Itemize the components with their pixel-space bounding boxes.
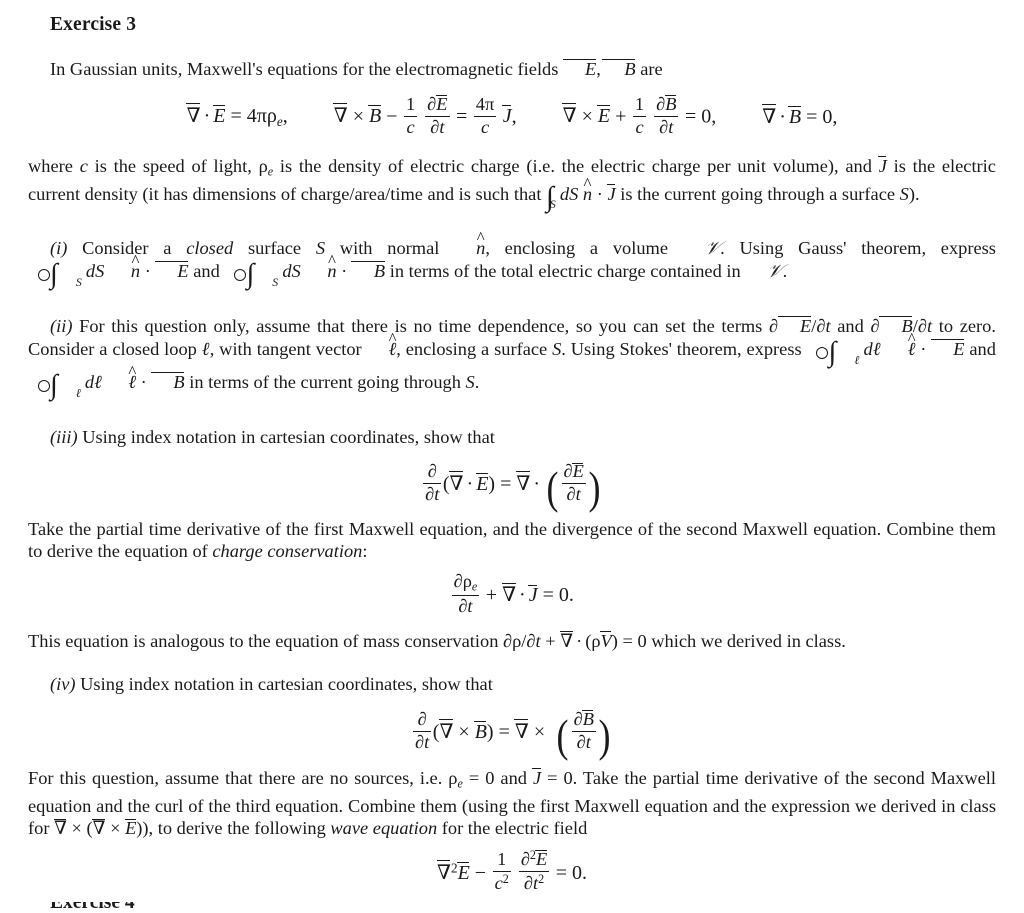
part-iv-followup-paragraph: For this question, assume that there are… (28, 767, 996, 840)
maxwell-equation-2: ∇ × B − 1c ∂E ∂t = 4π c J, (333, 93, 517, 137)
surface-symbol: S (899, 183, 909, 204)
maxwell-equation-3: ∇ × E + 1c ∂B ∂t = 0, (562, 93, 717, 137)
part-iii-paragraph: (iii) Using index notation in cartesian … (28, 427, 996, 449)
dEdt-inline: ∂ E/∂t (768, 316, 831, 337)
part-iii-prompt: Using index notation in cartesian coordi… (82, 426, 495, 447)
part-ii-label: (ii) (50, 316, 73, 337)
part-i-paragraph: (i) Consider a closed surface S with nor… (28, 230, 996, 293)
part-iv-text-2: and (500, 768, 527, 789)
part-ii-text-5: , enclosing a surface (396, 339, 548, 360)
where-text-7: through a surface (767, 183, 896, 204)
part-iii-followup-paragraph: Take the partial time derivative of the … (28, 519, 996, 563)
current-density-symbol: J (878, 155, 887, 176)
no-charge-condition: ρe = 0 (448, 768, 495, 791)
where-text-8: ). (908, 183, 920, 204)
part-i-text-8: . (782, 261, 788, 282)
part-ii-text-6: . Using Stokes' theorem, express (561, 339, 802, 360)
part-ii-surface-symbol: S (552, 339, 562, 360)
speed-of-light-symbol: c (79, 155, 88, 176)
part-i-text-2: surface (247, 238, 302, 259)
closed-surface-integral-B: ∫SdS n · B (224, 253, 385, 289)
where-paragraph: where c is the speed of light, ρe is the… (28, 155, 996, 217)
part-iv-label: (iv) (50, 674, 76, 695)
part-iii-label: (iii) (50, 426, 78, 447)
maxwell-equations-display: ∇ · E = 4πρe, ∇ × B − 1c ∂E ∂t = 4π c J, ∇ ×… (28, 94, 996, 138)
part-iv-equation-display: ∂ ∂t (∇ × B) = ∇ × (∂B ∂t) (28, 709, 996, 762)
wave-equation-display: ∇2E − 1 c2 ∂2E ∂t2 = 0. (28, 849, 996, 894)
part-i-label: (i) (50, 238, 68, 259)
maxwell-equation-4: ∇ · B = 0, (761, 103, 837, 129)
maxwell-equation-1: ∇ · E = 4πρe, (186, 102, 288, 130)
volume-symbol-2: 𝒱 (766, 261, 784, 282)
intro-fields-math: E, B (562, 59, 636, 79)
tangent-vector-symbol: ℓ (367, 331, 397, 359)
where-text-1: where (28, 155, 73, 176)
where-text-2: is the speed of light, (94, 155, 252, 176)
mass-conservation-inline-equation: ∂ρ/∂t + ∇ · (ρV) = 0 (503, 630, 647, 651)
part-i-text-6: and (193, 261, 220, 282)
part-i-text-5: . Using Gauss' theorem, express (720, 238, 996, 259)
part-iii-followup-text-2: : (362, 541, 368, 562)
part-iii-equation-display: ∂ ∂t (∇ · E) = ∇ ·(∂E ∂t) (28, 461, 996, 514)
part-iii-followup-text-1: Take the partial time derivative of the … (28, 519, 996, 562)
part-iv-text-4: ), to derive the following (142, 818, 326, 839)
part-iv-text-1: For this question, assume that there are… (28, 768, 443, 789)
part-i-text-3: with normal (339, 238, 440, 259)
page-title: Exercise 3 (50, 14, 137, 35)
part-i-text-4: , enclosing a volume (485, 238, 669, 259)
part-ii-text-9: . (474, 372, 480, 393)
intro-text-before: In Gaussian units, Maxwell's equations f… (50, 59, 559, 79)
part-iv-prompt: Using index notation in cartesian coordi… (80, 674, 493, 695)
where-text-4: is (893, 155, 906, 176)
loop-symbol: ℓ (201, 339, 210, 360)
divergence-commute-equation: ∂ ∂t (∇ · E) = ∇ ·(∂E ∂t) (423, 461, 601, 514)
part-ii-text-4: , with tangent vector (209, 339, 362, 360)
intro-text-after: are (640, 59, 663, 79)
part-iv-paragraph: (iv) Using index notation in cartesian c… (28, 674, 996, 696)
part-ii-text-2: and (837, 316, 864, 337)
charge-conservation-equation: ∂ρe ∂t + ∇ · J = 0. (451, 571, 574, 616)
document-body: Exercise 3 In Gaussian units, Maxwell's … (28, 0, 996, 894)
part-ii-paragraph: (ii) For this question only, assume that… (28, 315, 996, 404)
where-text-3: is the density of electric charge (i.e. … (279, 155, 872, 176)
where-text-6: is the current going (620, 183, 763, 204)
closed-line-integral-B: ∫ℓdℓ ℓ · B (28, 364, 185, 400)
part-ii-surface-symbol-2: S (465, 372, 475, 393)
part-ii-text-1: For this question only, assume that ther… (79, 316, 763, 337)
document-page: Exercise 3 In Gaussian units, Maxwell's … (0, 0, 1024, 913)
part-iv-text-5: for the electric field (441, 818, 588, 839)
volume-symbol: 𝒱 (703, 238, 722, 259)
surface-integral-current: ∫SdS n · J (546, 176, 616, 212)
no-current-condition: J = 0 (532, 768, 573, 789)
curl-of-curl-expression: ∇ × (∇ × E) (53, 818, 143, 839)
normal-vector-symbol: n (454, 230, 485, 258)
part-iv-emphasis-wave-equation: wave equation (330, 818, 438, 839)
next-exercise-heading-text: Exercise 4 (50, 902, 135, 913)
wave-equation: ∇2E − 1 c2 ∂2E ∂t2 = 0. (437, 848, 587, 894)
mass-conservation-analogy-paragraph: This equation is analogous to the equati… (28, 630, 996, 653)
curl-commute-equation: ∂ ∂t (∇ × B) = ∇ × (∂B ∂t) (413, 709, 611, 762)
charge-density-symbol: ρe (258, 155, 274, 179)
part-iii-emphasis-charge-conservation: charge conservation (212, 541, 363, 562)
part-i-emphasis-closed: closed (186, 238, 234, 259)
next-exercise-heading-clipped: Exercise 4 (50, 902, 135, 913)
intro-paragraph: In Gaussian units, Maxwell's equations f… (28, 58, 996, 81)
part-ii-text-7: and (969, 339, 996, 360)
part-i-text-7: in terms of the total electric charge co… (389, 261, 741, 282)
analogy-text-2: which we derived in class. (651, 630, 846, 651)
closed-surface-integral-E: ∫SdS n · E (28, 253, 189, 289)
part-ii-text-8: in terms of the current going through (189, 372, 461, 393)
charge-conservation-display: ∂ρe ∂t + ∇ · J = 0. (28, 571, 996, 617)
analogy-text-1: This equation is analogous to the equati… (28, 630, 499, 651)
closed-line-integral-E: ∫ℓdℓ ℓ · E (807, 331, 965, 367)
